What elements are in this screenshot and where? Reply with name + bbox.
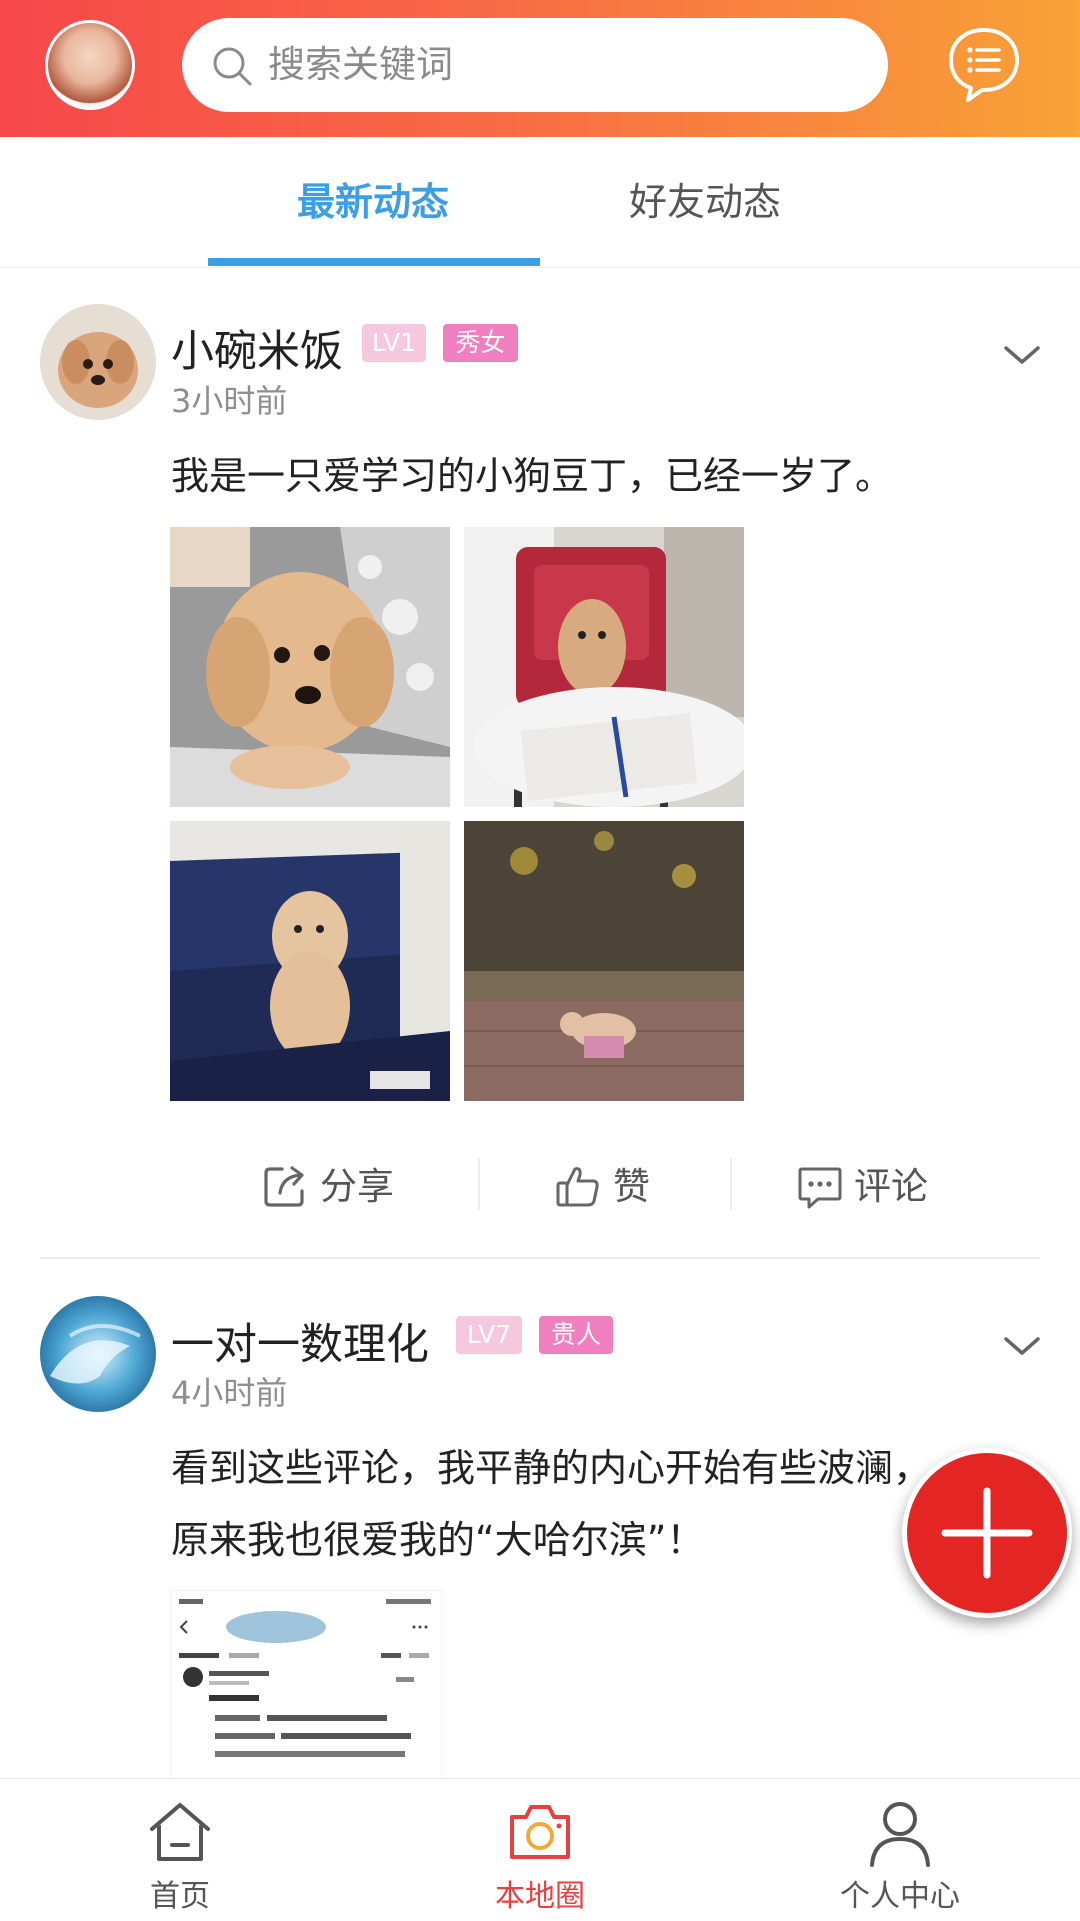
post-avatar[interactable] [40, 304, 156, 420]
search-placeholder: 搜索关键词 [268, 43, 453, 86]
action-divider [478, 1158, 480, 1210]
share-button[interactable]: 分享 [262, 1157, 412, 1217]
nav-item-home[interactable]: 首页 [80, 1779, 280, 1921]
top-bar: 搜索关键词 [0, 0, 1080, 137]
feed-tabs: 最新动态 好友动态 [0, 137, 1080, 268]
nav-label-local: 本地圈 [495, 1879, 585, 1914]
post-time: 4小时前 [171, 1374, 288, 1412]
share-icon [264, 1166, 304, 1207]
post-text: 我是一只爱学习的小狗豆丁，已经一岁了。 [171, 454, 894, 498]
comment-icon [798, 1167, 842, 1209]
post-user-name[interactable]: 一对一数理化 [171, 1310, 429, 1372]
bottom-nav: 首页 本地圈 个人中心 [0, 1778, 1080, 1921]
message-list-icon[interactable] [946, 24, 1022, 104]
user-avatar[interactable] [45, 20, 135, 110]
plus-icon [941, 1487, 1033, 1579]
post-text: 原来我也很爱我的“大哈尔滨”！ [171, 1518, 705, 1562]
level-badge: LV1 [362, 324, 426, 362]
comment-label: 评论 [854, 1165, 928, 1208]
search-icon [213, 47, 252, 86]
action-divider [730, 1158, 732, 1210]
like-button[interactable]: 赞 [555, 1157, 675, 1217]
active-tab-indicator [208, 258, 540, 266]
like-label: 赞 [613, 1165, 650, 1208]
nav-label-home: 首页 [150, 1879, 210, 1914]
tab-friends[interactable]: 好友动态 [540, 137, 870, 267]
person-icon [870, 1802, 930, 1867]
chevron-down-icon[interactable] [1000, 340, 1044, 370]
share-label: 分享 [320, 1165, 394, 1208]
post-photo[interactable] [170, 1590, 442, 1780]
search-input[interactable]: 搜索关键词 [182, 18, 888, 112]
post-avatar[interactable] [40, 1296, 156, 1412]
create-post-button[interactable] [902, 1448, 1072, 1618]
tab-latest[interactable]: 最新动态 [208, 137, 538, 267]
post-user-name[interactable]: 小碗米饭 [171, 317, 343, 379]
post-photo[interactable] [464, 527, 744, 807]
post-photo[interactable] [170, 821, 450, 1101]
post-text: 看到这些评论，我平静的内心开始有些波澜， [171, 1446, 932, 1490]
post-divider [40, 1257, 1040, 1259]
comment-button[interactable]: 评论 [796, 1157, 946, 1217]
title-badge: 贵人 [539, 1316, 613, 1354]
post-photo[interactable] [464, 821, 744, 1101]
nav-item-local[interactable]: 本地圈 [440, 1779, 640, 1921]
post-photo[interactable] [170, 527, 450, 807]
post-time: 3小时前 [171, 382, 288, 420]
home-icon [150, 1803, 210, 1861]
camera-icon [510, 1805, 570, 1859]
title-badge: 秀女 [443, 324, 518, 362]
nav-item-profile[interactable]: 个人中心 [800, 1779, 1000, 1921]
chevron-down-icon[interactable] [1000, 1331, 1044, 1361]
nav-label-profile: 个人中心 [840, 1879, 960, 1914]
thumbs-up-icon [556, 1167, 599, 1207]
level-badge: LV7 [456, 1316, 522, 1354]
